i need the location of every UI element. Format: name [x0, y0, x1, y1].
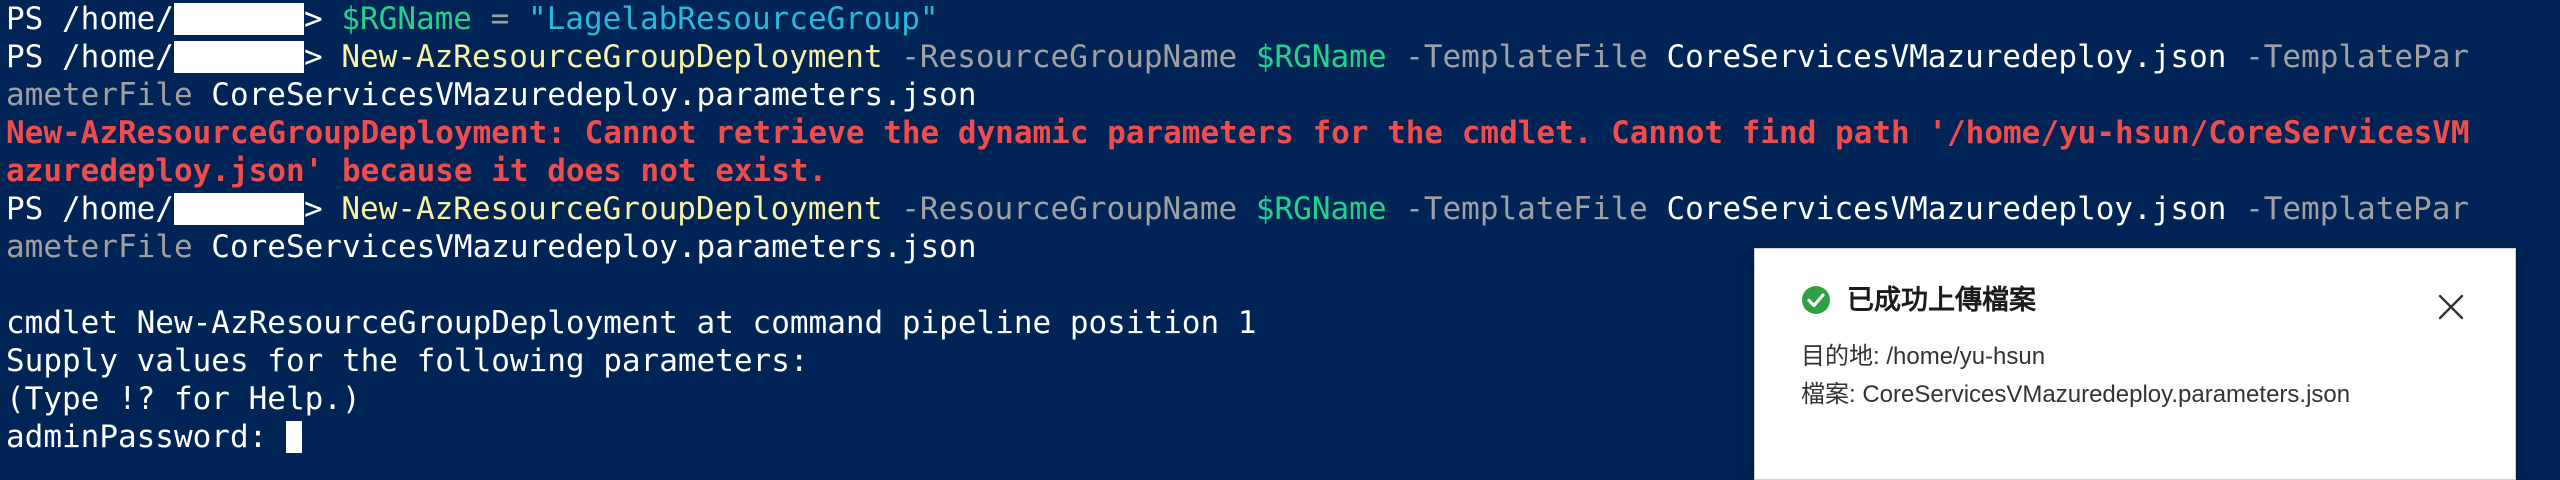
terminal-line-command-1-wrap: ameterFile CoreServicesVMazuredeploy.par… [6, 76, 977, 114]
terminal-line-command-1: PS /home/ > New-AzResourceGroupDeployment… [6, 38, 2469, 76]
param-templateparameterfile-part: -TemplatePar [2226, 191, 2470, 227]
cmdlet-name: New-AzResourceGroupDeployment [341, 39, 883, 75]
prompt-prefix: PS /home/ [6, 1, 174, 37]
param-templateparameterfile-rest: ameterFile [6, 77, 193, 113]
error-message-line-2: azuredeploy.json' because it does not ex… [6, 153, 828, 189]
text-cursor [285, 421, 302, 453]
prompt-suffix: > [303, 191, 323, 227]
param-templateparameterfile-part: -TemplatePar [2226, 39, 2470, 75]
close-icon[interactable] [2435, 291, 2467, 323]
variable-name: $RGName [341, 1, 472, 37]
terminal-line-assign: PS /home/ > $RGName = "LagelabResourceGro… [6, 0, 939, 38]
redacted-username [173, 193, 304, 225]
assign-operator: = [471, 1, 528, 37]
param-resourcegroupname: -ResourceGroupName [882, 191, 1256, 227]
toast-destination: 目的地: /home/yu-hsun [1801, 343, 2046, 370]
param-value-parameterfile: CoreServicesVMazuredeploy.parameters.jso… [192, 229, 977, 265]
toast-title: 已成功上傳檔案 [1847, 285, 2036, 315]
toast-file: 檔案: CoreServicesVMazuredeploy.parameters… [1801, 381, 2351, 408]
param-value-templatefile: CoreServicesVMazuredeploy.json [1666, 191, 2227, 227]
param-value-parameterfile: CoreServicesVMazuredeploy.parameters.jso… [192, 77, 977, 113]
param-templatefile: -TemplateFile [1386, 39, 1667, 75]
password-prompt-label: adminPassword: [6, 419, 286, 455]
upload-success-toast: 已成功上傳檔案 目的地: /home/yu-hsun 檔案: CoreServi… [1754, 248, 2516, 480]
param-value-rgname: $RGName [1255, 191, 1387, 227]
output-line-2: Supply values for the following paramete… [6, 343, 809, 379]
param-value-rgname: $RGName [1255, 39, 1387, 75]
cmdlet-name: New-AzResourceGroupDeployment [341, 191, 883, 227]
prompt-prefix: PS /home/ [6, 39, 174, 75]
success-check-icon [1802, 286, 1830, 314]
terminal-line-command-2-wrap: ameterFile CoreServicesVMazuredeploy.par… [6, 228, 977, 266]
param-value-templatefile: CoreServicesVMazuredeploy.json [1666, 39, 2227, 75]
param-resourcegroupname: -ResourceGroupName [882, 39, 1256, 75]
output-line-1: cmdlet New-AzResourceGroupDeployment at … [6, 305, 1257, 341]
param-templateparameterfile-rest: ameterFile [6, 229, 193, 265]
redacted-username [173, 41, 304, 73]
redacted-username [173, 3, 304, 35]
param-templatefile: -TemplateFile [1386, 191, 1667, 227]
terminal-line-command-2: PS /home/ > New-AzResourceGroupDeployment… [6, 190, 2469, 228]
prompt-prefix: PS /home/ [6, 191, 174, 227]
password-prompt-line[interactable]: adminPassword: [6, 418, 302, 456]
prompt-suffix: > [303, 39, 323, 75]
string-value: "LagelabResourceGroup" [527, 1, 939, 37]
prompt-suffix: > [303, 1, 323, 37]
error-message-line-1: New-AzResourceGroupDeployment: Cannot re… [6, 115, 2470, 151]
output-line-3: (Type !? for Help.) [6, 381, 361, 417]
